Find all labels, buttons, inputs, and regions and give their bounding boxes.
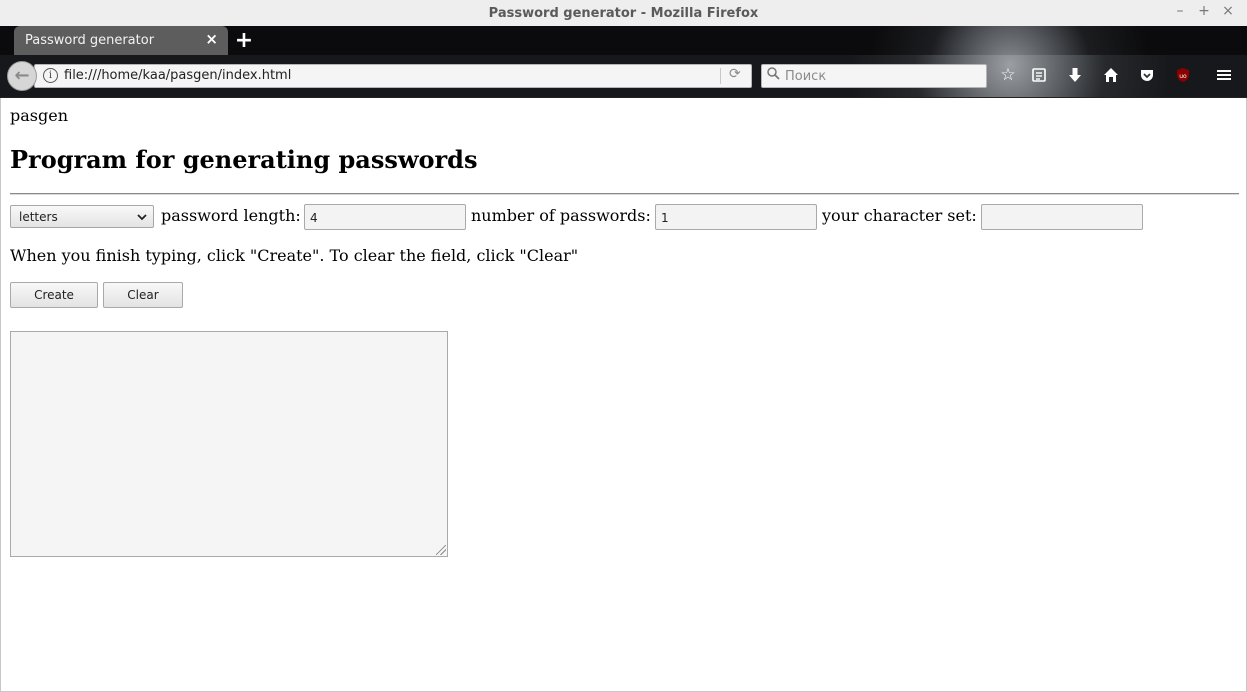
url-bar[interactable]: i file:///home/kaa/pasgen/index.html ⟳ — [34, 64, 752, 88]
number-of-passwords-label: number of passwords: — [471, 206, 651, 225]
charset-type-select[interactable]: letters — [10, 205, 154, 228]
window-title: Password generator - Mozilla Firefox — [488, 6, 759, 21]
hamburger-menu-icon[interactable] — [1213, 64, 1235, 86]
horizontal-rule — [10, 193, 1239, 195]
resize-handle-icon[interactable] — [436, 545, 446, 555]
home-icon[interactable] — [1100, 64, 1122, 86]
page-title: Program for generating passwords — [10, 145, 478, 174]
search-placeholder: Поиск — [785, 69, 827, 84]
maximize-icon[interactable]: + — [1196, 3, 1212, 19]
nav-toolbar: i file:///home/kaa/pasgen/index.html ⟳ ←… — [0, 55, 1247, 98]
chevron-down-icon — [136, 207, 148, 231]
create-button[interactable]: Create — [10, 282, 98, 308]
minimize-icon[interactable]: – — [1172, 3, 1188, 19]
svg-text:uo: uo — [1179, 73, 1187, 80]
character-set-input[interactable] — [981, 204, 1143, 230]
password-length-input[interactable]: 4 — [304, 204, 466, 230]
output-textarea[interactable] — [10, 331, 448, 557]
character-set-label: your character set: — [822, 206, 977, 225]
reading-list-icon[interactable] — [1028, 64, 1050, 86]
close-tab-icon[interactable]: × — [205, 30, 218, 48]
page-content: pasgen Program for generating passwords … — [0, 98, 1247, 692]
tab-strip: Password generator × + — [0, 26, 1247, 55]
back-button[interactable]: ← — [7, 61, 37, 91]
url-separator — [720, 68, 721, 84]
window-titlebar: Password generator - Mozilla Firefox – +… — [0, 0, 1247, 27]
select-value: letters — [19, 210, 58, 224]
password-length-label: password length: — [161, 206, 301, 225]
tab-password-generator[interactable]: Password generator × — [14, 26, 228, 55]
tab-label: Password generator — [25, 33, 155, 48]
reload-icon[interactable]: ⟳ — [729, 66, 741, 82]
number-of-passwords-input[interactable]: 1 — [655, 204, 817, 230]
info-icon[interactable]: i — [43, 68, 58, 83]
download-icon[interactable] — [1064, 64, 1086, 86]
bookmark-star-icon[interactable]: ☆ — [997, 64, 1019, 86]
site-brand: pasgen — [10, 106, 69, 125]
instructions-text: When you finish typing, click "Create". … — [10, 246, 579, 265]
pocket-icon[interactable] — [1136, 64, 1158, 86]
url-text[interactable]: file:///home/kaa/pasgen/index.html — [64, 68, 291, 83]
search-bar[interactable]: Поиск — [761, 64, 987, 88]
new-tab-icon[interactable]: + — [234, 28, 254, 53]
close-window-icon[interactable]: × — [1220, 3, 1236, 19]
search-icon — [767, 67, 780, 84]
clear-button[interactable]: Clear — [103, 282, 183, 308]
ublock-icon[interactable]: uo — [1172, 64, 1194, 86]
